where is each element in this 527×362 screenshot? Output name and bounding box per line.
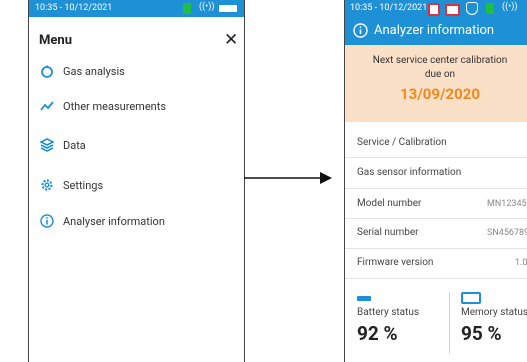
battery-level-icon: [219, 5, 237, 12]
menu-title: Menu: [39, 33, 72, 48]
divider: [345, 278, 527, 279]
timer-icon: [39, 63, 55, 79]
banner-line2: due on: [424, 69, 456, 80]
layers-icon: [39, 137, 55, 153]
serial-number-value: SN456789: [487, 228, 527, 238]
battery-status-value: 92 %: [357, 322, 398, 345]
firmware-version-value: 1.0: [515, 258, 527, 268]
menu-item-analyser-information[interactable]: Analyser information: [39, 212, 165, 230]
status-bar: 10:35 - 10/12/2021 ((•)): [345, 0, 527, 17]
battery-icon: [183, 3, 191, 14]
banner-line1: Next service center calibration: [372, 55, 508, 66]
divider: [345, 218, 527, 219]
memory-status-label: Memory status: [461, 307, 527, 318]
section-gas-sensor-information[interactable]: Gas sensor information: [357, 167, 527, 178]
divider: [345, 248, 527, 249]
menu-screen: 10:35 - 10/12/2021 ((•)) Menu ✕ Gas anal…: [28, 0, 245, 362]
title-bar: Analyzer information ⋮: [345, 17, 527, 45]
menu-item-gas-analysis[interactable]: Gas analysis: [39, 62, 125, 80]
gear-icon: [39, 177, 55, 193]
section-service-calibration[interactable]: Service / Calibration: [357, 137, 527, 148]
firmware-version-label: Firmware version: [357, 257, 434, 268]
menu-item-label: Analyser information: [63, 214, 165, 228]
divider: [345, 157, 527, 158]
menu-item-label: Other measurements: [63, 99, 167, 113]
menu-item-label: Gas analysis: [63, 64, 125, 78]
menu-item-label: Settings: [63, 178, 104, 192]
trend-icon: [39, 98, 55, 114]
memory-status-value: 95 %: [461, 322, 502, 345]
info-icon: [353, 23, 368, 42]
calibration-date: 13/09/2020: [400, 85, 480, 103]
folder-icon: [445, 4, 460, 16]
status-bar: 10:35 - 10/12/2021 ((•)): [29, 0, 244, 17]
status-time: 10:35 - 10/12/2021: [35, 3, 113, 13]
calibration-banner: Next service center calibration due on 1…: [345, 45, 527, 122]
info-icon: [39, 213, 55, 229]
battery-icon: [486, 3, 494, 14]
shield-icon: [466, 2, 478, 15]
signal-icon: ((•)): [502, 2, 518, 12]
analyzer-information-screen: 10:35 - 10/12/2021 ((•)) Analyzer inform…: [344, 0, 527, 362]
divider: [345, 188, 527, 189]
model-number-value: MN123456: [487, 199, 527, 209]
menu-item-label: Data: [63, 138, 86, 152]
page-title: Analyzer information: [374, 23, 495, 38]
menu-item-settings[interactable]: Settings: [39, 176, 103, 194]
status-time: 10:35 - 10/12/2021: [350, 3, 428, 13]
divider: [449, 292, 450, 354]
menu-item-data[interactable]: Data: [39, 136, 86, 154]
close-icon[interactable]: ✕: [224, 30, 238, 50]
signal-icon: ((•)): [199, 2, 215, 12]
battery-status-icon: [357, 296, 371, 301]
alarm-icon: [428, 3, 440, 16]
menu-item-other-measurements[interactable]: Other measurements: [39, 97, 166, 115]
battery-status-label: Battery status: [357, 307, 420, 318]
memory-status-icon: [461, 292, 481, 304]
arrow-right-icon: [244, 172, 332, 184]
